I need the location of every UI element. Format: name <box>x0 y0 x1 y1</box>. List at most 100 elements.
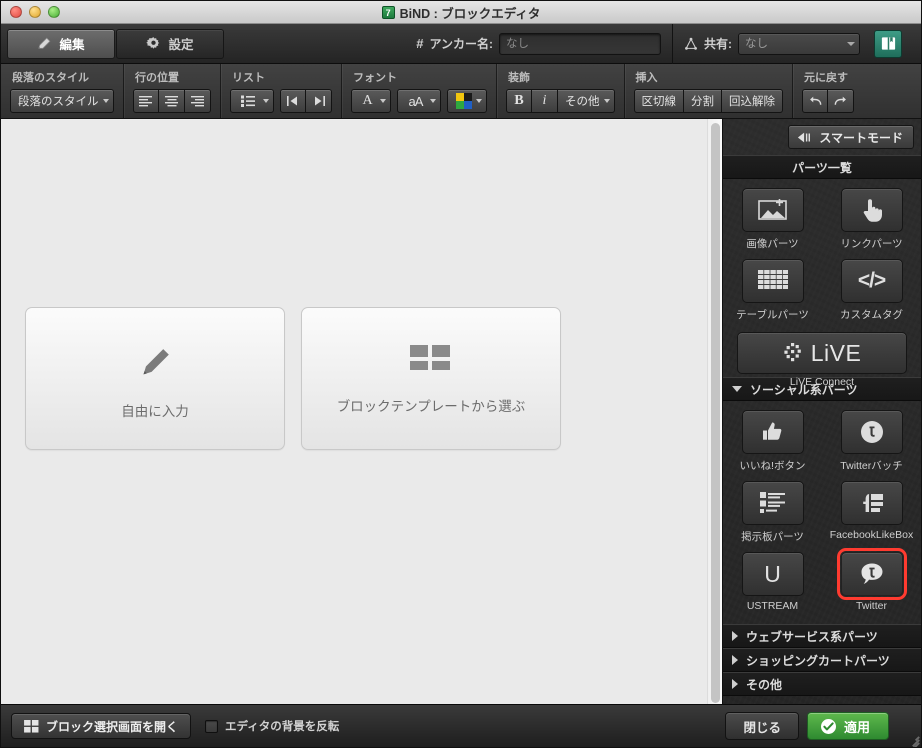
part-ustream-icon-box: U <box>741 552 804 596</box>
redo-button[interactable] <box>828 89 854 113</box>
section-other-parts[interactable]: その他 <box>723 672 921 696</box>
decoration-button-group: B i その他 <box>506 89 615 113</box>
tab-settings[interactable]: 設定 <box>116 28 224 59</box>
part-facebook-icon-box <box>840 481 903 525</box>
part-image-icon-box <box>741 188 804 232</box>
part-twitter-badge-label: Twitterバッチ <box>840 460 903 472</box>
list-title: リスト <box>232 72 265 84</box>
manual-button[interactable] <box>874 29 902 58</box>
part-link-icon-box <box>840 188 903 232</box>
undo-button[interactable] <box>802 89 828 113</box>
part-custom-tag[interactable]: </> カスタムタグ <box>822 259 921 322</box>
part-link[interactable]: リンクパーツ <box>822 188 921 251</box>
align-right-icon <box>190 96 204 107</box>
part-like-button[interactable]: いいね!ボタン <box>723 410 822 473</box>
section-social-parts-label: ソーシャル系パーツ <box>750 382 858 397</box>
format-toolbar: 段落のスタイル 段落のスタイル 行の位置 リスト フォント A aA 装飾 B … <box>1 64 921 119</box>
font-size-dropdown[interactable]: aA <box>397 89 441 113</box>
twitter-badge-icon <box>860 421 883 443</box>
card-block-template-label: ブロックテンプレートから選ぶ <box>336 398 526 414</box>
smart-mode-label: スマートモード <box>819 130 903 145</box>
part-facebook-likebox[interactable]: FacebookLikeBox <box>822 481 921 544</box>
tab-edit[interactable]: 編集 <box>7 28 115 59</box>
more-decoration-button[interactable]: その他 <box>558 89 615 113</box>
part-twitter-icon-box <box>836 548 907 600</box>
card-block-template[interactable]: ブロックテンプレートから選ぶ <box>301 307 561 450</box>
part-twitter[interactable]: Twitter <box>822 548 921 612</box>
gear-icon <box>146 37 160 49</box>
split-button[interactable]: 分割 <box>684 89 722 113</box>
outdent-button[interactable] <box>280 89 306 113</box>
insert-button-group: 区切線 分割 回込解除 <box>633 89 783 113</box>
part-twitter-badge[interactable]: Twitterバッチ <box>822 410 921 473</box>
outdent-icon <box>287 96 297 106</box>
font-color-dropdown[interactable] <box>447 89 487 113</box>
canvas[interactable]: 自由に入力 ブロックテンプレートから選ぶ <box>1 119 707 704</box>
insert-title: 挿入 <box>635 72 658 84</box>
close-button[interactable] <box>10 6 22 18</box>
font-family-dropdown[interactable]: A <box>351 89 391 113</box>
anchor-group: # アンカー名: なし <box>405 24 672 64</box>
part-ustream[interactable]: U USTREAM <box>723 552 822 612</box>
share-group: 共有: なし <box>672 23 915 64</box>
bottom-bar: ブロック選択画面を開く エディタの背景を反転 閉じる 適用 <box>1 704 921 747</box>
resize-grip[interactable] <box>905 731 920 747</box>
paragraph-style-dropdown[interactable]: 段落のスタイル <box>10 89 114 113</box>
bullet-list-dropdown[interactable] <box>230 89 274 113</box>
part-bulletin-board[interactable]: 掲示板パーツ <box>723 481 822 544</box>
check-circle-icon <box>820 718 836 734</box>
smart-mode-row: スマートモード <box>723 119 921 155</box>
bold-button[interactable]: B <box>506 89 532 113</box>
canvas-area[interactable]: 自由に入力 ブロックテンプレートから選ぶ <box>1 119 723 704</box>
swatch-1 <box>463 93 472 101</box>
pencil-icon <box>143 348 169 374</box>
smart-mode-button[interactable]: スマートモード <box>788 125 914 149</box>
section-shopping-cart-parts[interactable]: ショッピングカートパーツ <box>723 648 921 672</box>
align-left-icon <box>139 96 152 107</box>
part-link-label: リンクパーツ <box>840 238 903 250</box>
paragraph-style-section: 段落のスタイル 段落のスタイル <box>1 64 124 118</box>
part-custom-tag-icon-box: </> <box>840 259 903 303</box>
minimize-button[interactable] <box>29 6 41 18</box>
section-web-service-parts[interactable]: ウェブサービス系パーツ <box>723 624 921 648</box>
align-center-button[interactable] <box>159 89 185 113</box>
share-label: 共有: <box>704 37 732 51</box>
canvas-scrollbar[interactable] <box>707 119 722 704</box>
zoom-button[interactable] <box>48 6 60 18</box>
part-table[interactable]: テーブルパーツ <box>723 259 822 322</box>
parts-list-header: パーツ一覧 <box>723 155 921 179</box>
align-left-button[interactable] <box>133 89 159 113</box>
section-web-service-label: ウェブサービス系パーツ <box>746 629 878 644</box>
align-button-group <box>133 89 211 113</box>
clear-float-button[interactable]: 回込解除 <box>722 89 783 113</box>
triangle-down-icon <box>732 386 742 392</box>
chevron-down-icon <box>380 99 386 103</box>
paragraph-style-value: 段落のスタイル <box>18 96 99 108</box>
indent-button[interactable] <box>306 89 332 113</box>
invert-background-checkbox-wrap[interactable]: エディタの背景を反転 <box>205 718 339 734</box>
bottom-bar-actions: 閉じる 適用 <box>725 712 911 740</box>
share-select[interactable]: なし <box>738 32 860 55</box>
italic-button[interactable]: i <box>532 89 558 113</box>
collapse-left-icon <box>798 132 811 142</box>
part-image[interactable]: 画像パーツ <box>723 188 822 251</box>
card-free-input[interactable]: 自由に入力 <box>25 307 285 450</box>
open-block-select-label: ブロック選択画面を開く <box>46 719 179 734</box>
paragraph-style-title: 段落のスタイル <box>12 72 89 84</box>
invert-background-checkbox[interactable] <box>205 719 219 733</box>
part-twitter-badge-icon-box <box>840 410 903 454</box>
apply-button-label: 適用 <box>843 719 870 735</box>
canvas-scrollbar-thumb[interactable] <box>711 123 720 703</box>
align-right-button[interactable] <box>185 89 211 113</box>
divider-button[interactable]: 区切線 <box>633 89 684 113</box>
bulletin-board-icon <box>759 492 785 513</box>
apply-button[interactable]: 適用 <box>806 712 889 740</box>
anchor-input[interactable]: なし <box>499 32 661 55</box>
part-bulletin-label: 掲示板パーツ <box>741 531 804 543</box>
code-tag-icon: </> <box>857 269 886 292</box>
social-parts-grid: いいね!ボタン Twitterバッチ 掲示板パーツ FacebookLikeBo… <box>723 401 921 624</box>
close-dialog-button[interactable]: 閉じる <box>725 712 799 740</box>
open-block-select-button[interactable]: ブロック選択画面を開く <box>11 713 192 739</box>
section-social-parts[interactable]: ソーシャル系パーツ <box>723 377 921 401</box>
part-bulletin-icon-box <box>741 481 804 525</box>
